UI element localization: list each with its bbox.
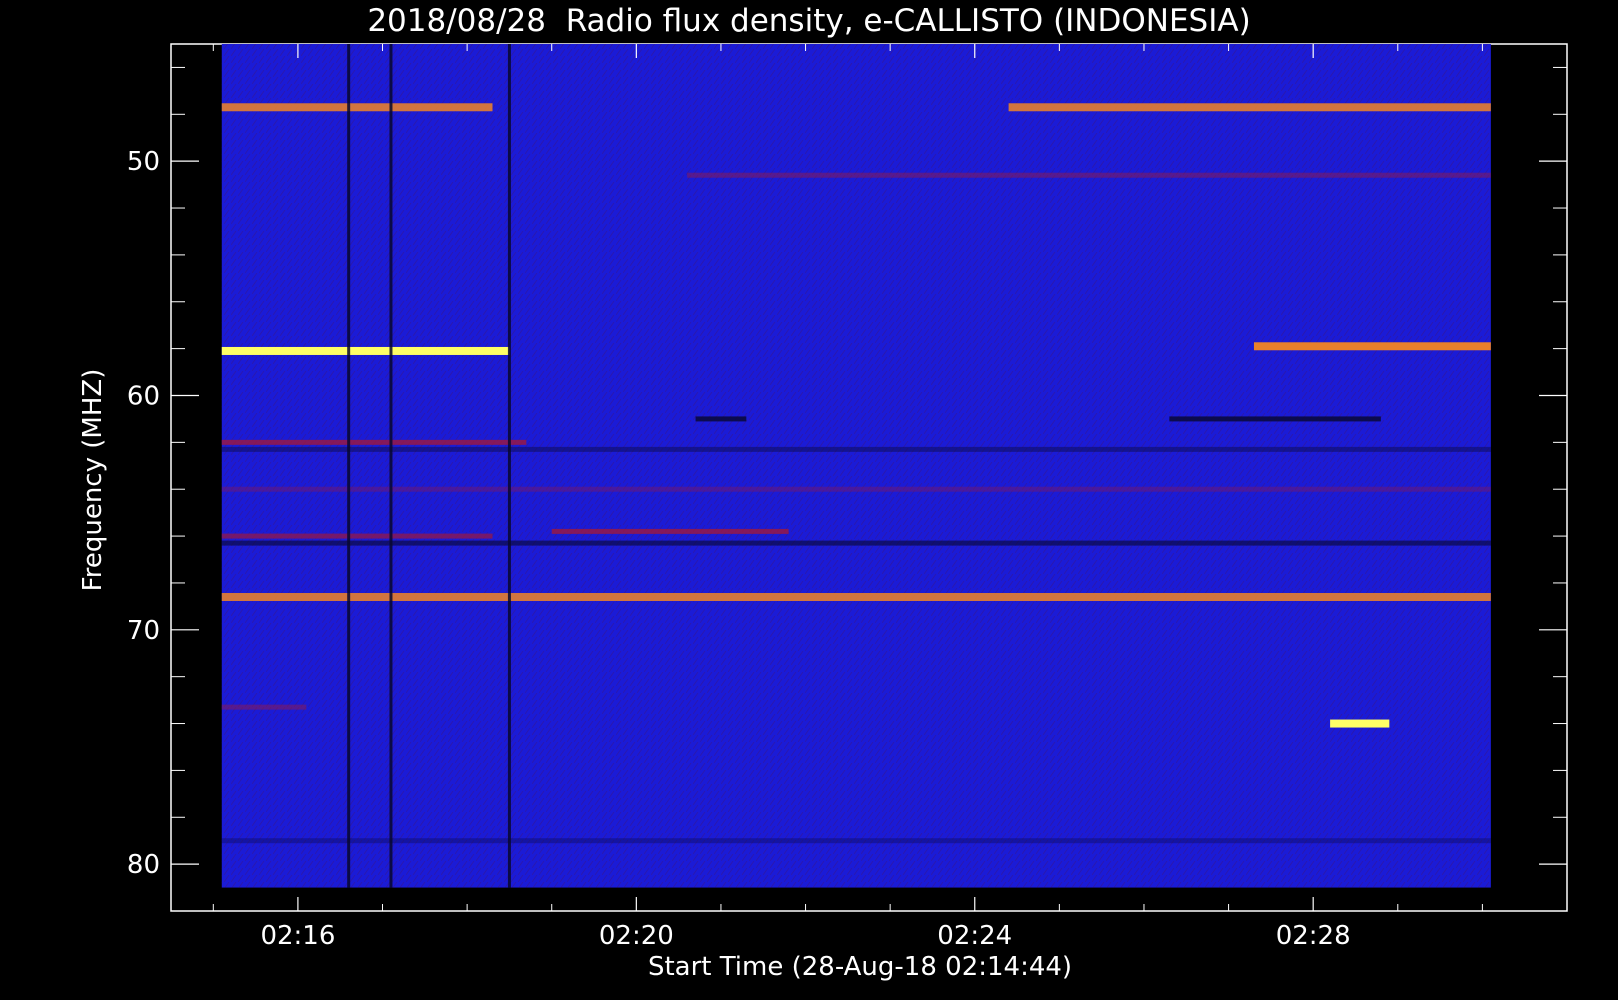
emission-band-16 — [221, 838, 1491, 844]
x-axis-label: Start Time (28-Aug-18 02:14:44) — [648, 952, 1072, 982]
emission-band-5 — [695, 416, 747, 422]
y-tick-label: 80 — [127, 850, 160, 880]
chart-title: 2018/08/28 Radio flux density, e-CALLIST… — [367, 3, 1250, 39]
emission-band-7 — [221, 439, 527, 445]
emission-band-14 — [221, 704, 307, 710]
emission-band-6 — [1169, 416, 1381, 422]
x-tick-label: 02:24 — [937, 921, 1012, 951]
y-axis-label: Frequency (MHZ) — [78, 369, 108, 592]
emission-band-1 — [1008, 103, 1491, 112]
emission-band-4 — [1253, 342, 1491, 351]
x-tick-label: 02:16 — [260, 921, 335, 951]
emission-band-0 — [221, 103, 493, 112]
emission-band-9 — [221, 486, 1491, 492]
emission-band-13 — [221, 593, 1491, 602]
y-tick-label: 60 — [127, 381, 160, 411]
emission-band-2 — [687, 172, 1491, 178]
spectrogram-texture — [221, 44, 1491, 888]
emission-band-8 — [221, 446, 1491, 452]
y-tick-label: 70 — [127, 616, 160, 646]
emission-band-10 — [221, 533, 493, 539]
spectrogram-chart: 2018/08/28 Radio flux density, e-CALLIST… — [78, 3, 1568, 982]
emission-band-3 — [221, 346, 510, 355]
y-tick-label: 50 — [127, 147, 160, 177]
emission-band-12 — [551, 528, 789, 534]
x-tick-label: 02:20 — [599, 921, 674, 951]
emission-band-11 — [221, 540, 1491, 546]
emission-band-15 — [1330, 719, 1390, 728]
x-tick-label: 02:28 — [1276, 921, 1351, 951]
